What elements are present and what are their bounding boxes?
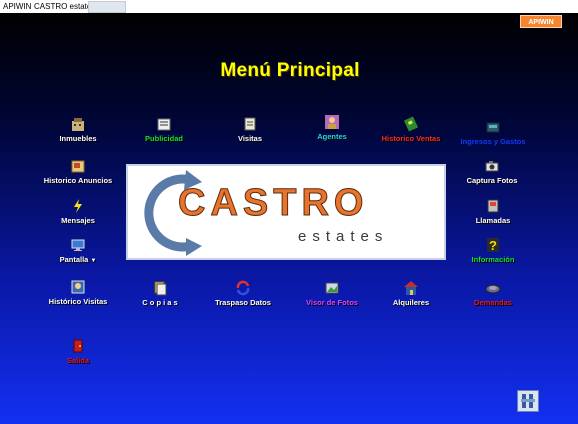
menu-item-mensajes[interactable]: Mensajes bbox=[50, 198, 106, 225]
camera-icon bbox=[485, 161, 499, 172]
menu-item-traspaso-datos[interactable]: Traspaso Datos bbox=[207, 280, 279, 307]
agent-person-icon bbox=[325, 115, 339, 129]
monitor-icon bbox=[71, 239, 85, 251]
menu-item-alquileres[interactable]: Alquileres bbox=[383, 280, 439, 307]
menu-label: Alquileres bbox=[392, 298, 430, 307]
help-question-icon: ? bbox=[487, 238, 499, 253]
logo-subtitle: estates bbox=[298, 228, 389, 245]
menu-label: Demandas bbox=[474, 298, 512, 307]
menu-item-historico-ventas[interactable]: Historico Ventas bbox=[375, 116, 447, 143]
menu-label: Llamadas bbox=[475, 216, 511, 225]
menu-label: Publicidad bbox=[145, 134, 183, 143]
cash-register-icon bbox=[486, 122, 500, 133]
menu-item-visitas[interactable]: Visitas bbox=[220, 116, 280, 143]
app-name: APIWIN bbox=[3, 2, 32, 11]
dropdown-arrow-icon: ▼ bbox=[90, 258, 97, 264]
menu-label: Agentes bbox=[317, 132, 347, 141]
menu-label: Inmuebles bbox=[59, 134, 97, 143]
menu-label: Visor de Fotos bbox=[306, 298, 358, 307]
castro-logo: CASTRO estates bbox=[126, 164, 446, 260]
visits-history-icon bbox=[71, 280, 85, 294]
ads-folder-icon bbox=[71, 160, 85, 173]
page-title: Menú Principal bbox=[220, 60, 360, 81]
menu-label: Visitas bbox=[237, 134, 263, 143]
menu-label: C o p i a s bbox=[142, 298, 178, 307]
lightning-icon bbox=[74, 199, 82, 213]
menu-item-publicidad[interactable]: Publicidad bbox=[134, 116, 194, 143]
svg-text:?: ? bbox=[489, 238, 497, 253]
menu-label: Captura Fotos bbox=[466, 176, 518, 185]
menu-label: Traspaso Datos bbox=[215, 298, 271, 307]
menu-item-llamadas[interactable]: Llamadas bbox=[465, 198, 521, 225]
wrench-icon bbox=[521, 394, 535, 408]
title-bar: APIWIN CASTRO estates bbox=[0, 0, 578, 13]
menu-item-demandas[interactable]: Demandas bbox=[463, 280, 523, 307]
menu-item-ingresos-gastos[interactable]: Ingresos y Gastos bbox=[453, 119, 533, 146]
menu-label: Histórico Visitas bbox=[48, 297, 108, 306]
menu-item-historico-visitas[interactable]: Histórico Visitas bbox=[40, 279, 116, 306]
notepad-icon bbox=[244, 117, 256, 131]
exit-door-icon bbox=[73, 339, 83, 353]
rental-house-icon bbox=[404, 281, 418, 295]
tools-icon[interactable] bbox=[517, 390, 539, 412]
menu-label: Ingresos y Gastos bbox=[460, 137, 526, 146]
menu-label: Mensajes bbox=[61, 216, 95, 225]
building-icon bbox=[72, 118, 84, 131]
sales-history-icon bbox=[403, 116, 419, 132]
menu-item-inmuebles[interactable]: Inmuebles bbox=[48, 116, 108, 143]
window-title: CASTRO estates bbox=[34, 2, 96, 11]
menu-label: Pantalla ▼ bbox=[59, 255, 97, 264]
menu-item-agentes[interactable]: Agentes bbox=[302, 114, 362, 141]
menu-item-historico-anuncios[interactable]: Historico Anuncios bbox=[38, 158, 118, 185]
newspaper-icon bbox=[157, 118, 171, 131]
backup-icon bbox=[154, 281, 167, 296]
menu-item-visor-fotos[interactable]: Visor de Fotos bbox=[298, 280, 366, 307]
photo-viewer-icon bbox=[325, 282, 339, 294]
taskbar-tab[interactable] bbox=[88, 1, 126, 13]
phone-book-icon bbox=[487, 199, 499, 213]
data-transfer-icon bbox=[236, 280, 250, 296]
menu-item-pantalla[interactable]: Pantalla ▼ bbox=[50, 237, 106, 264]
menu-label: Historico Ventas bbox=[381, 134, 441, 143]
menu-label: Historico Anuncios bbox=[43, 176, 113, 185]
logo-word: CASTRO bbox=[177, 182, 369, 225]
menu-label: Información bbox=[471, 255, 515, 264]
menu-item-informacion[interactable]: ? Información bbox=[462, 237, 524, 264]
menu-label: Salida bbox=[66, 356, 90, 365]
menu-item-salida[interactable]: Salida bbox=[52, 338, 104, 365]
demand-disc-icon bbox=[485, 284, 501, 294]
menu-item-captura-fotos[interactable]: Captura Fotos bbox=[462, 158, 522, 185]
apiwin-button[interactable]: APIWIN bbox=[520, 15, 562, 28]
menu-item-copias[interactable]: C o p i a s bbox=[130, 280, 190, 307]
